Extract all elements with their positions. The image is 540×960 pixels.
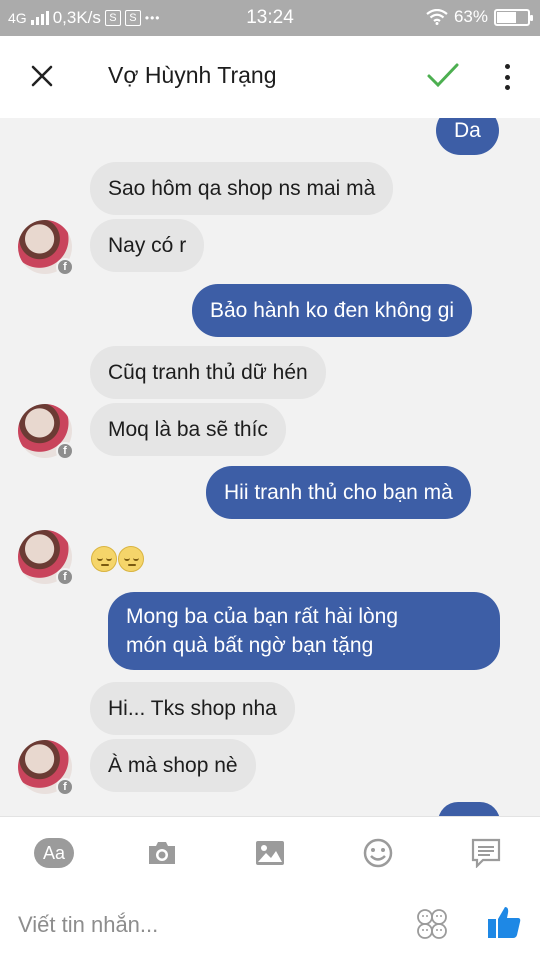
battery-icon [494,8,533,26]
message-input[interactable] [18,908,398,942]
facebook-badge-icon: f [56,778,74,796]
message-line: món quà bất ngờ bạn tặng [126,634,374,657]
battery-fill [497,11,516,23]
composer-input-row [0,888,540,960]
message-outgoing[interactable]: Hii tranh thủ cho bạn mà [206,466,471,519]
message-outgoing[interactable]: Bảo hành ko đen không gi [192,284,473,337]
sticker-icon[interactable] [416,908,448,940]
facebook-badge-icon: f [56,258,74,276]
contact-avatar[interactable]: f [18,740,74,796]
battery-percent: 63% [453,7,488,26]
aa-label: Aa [34,838,74,868]
contact-name[interactable]: Vợ Hùynh Trạng [108,62,277,89]
pensive-emoji-icon[interactable] [118,546,144,572]
gallery-button[interactable] [250,835,290,871]
composer-toolbar: Aa [0,816,540,888]
close-icon[interactable] [30,64,54,88]
message-incoming[interactable]: Cũq tranh thủ dữ hén [90,346,326,399]
status-right: 63% [426,7,533,27]
image-icon [256,841,284,865]
message-incoming[interactable]: Nay có r [90,219,205,272]
message-outgoing[interactable]: Mong ba của bạn rất hài lòng món quà bất… [108,592,500,670]
more-options-icon[interactable] [498,62,516,92]
message-incoming[interactable]: Moq là ba sẽ thíc [90,403,286,456]
emoji-button[interactable] [358,835,398,871]
message-incoming[interactable]: À mà shop nè [90,739,256,792]
message-incoming[interactable]: Sao hôm qa shop ns mai mà [90,162,394,215]
status-bar: 4G 0,3K/s S S ••• 13:24 63% [0,0,540,36]
check-icon[interactable] [426,62,460,90]
message-outgoing[interactable]: Da [436,118,499,155]
quick-reply-button[interactable] [466,835,506,871]
message-incoming[interactable]: Hi... Tks shop nha [90,682,295,735]
message-outgoing-partial[interactable] [438,802,500,816]
contact-avatar[interactable]: f [18,530,74,586]
facebook-badge-icon: f [56,568,74,586]
smiley-icon [363,838,393,868]
text-format-button[interactable]: Aa [34,835,74,871]
wifi-icon [426,9,448,25]
conversation-header: Vợ Hùynh Trạng [0,36,540,118]
thumbs-up-icon[interactable] [486,904,522,940]
message-list-icon [471,838,501,868]
contact-avatar[interactable]: f [18,404,74,460]
message-list[interactable]: Da Sao hôm qa shop ns mai mà Nay có r f … [0,118,540,816]
facebook-badge-icon: f [56,442,74,460]
contact-avatar[interactable]: f [18,220,74,276]
message-line: Mong ba của bạn rất hài lòng [126,605,399,628]
camera-icon [149,842,175,864]
pensive-emoji-icon[interactable] [91,546,117,572]
camera-button[interactable] [142,835,182,871]
